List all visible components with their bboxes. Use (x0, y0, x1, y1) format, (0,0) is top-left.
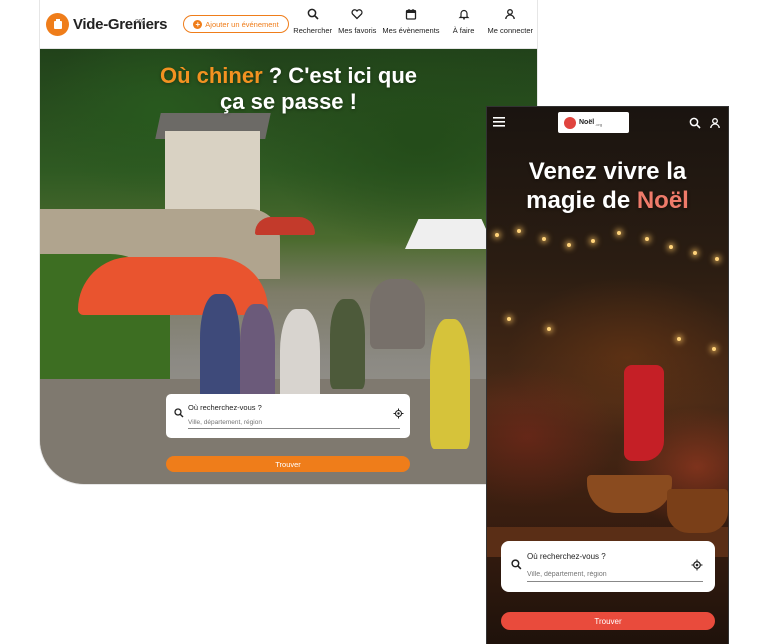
nav-search[interactable]: Rechercher (293, 8, 332, 35)
hero-title-highlight: Où chiner (159, 63, 263, 88)
mobile-find-button[interactable]: Trouver (501, 612, 715, 630)
mobile-search-box: Où recherchez-vous ? (501, 541, 715, 592)
hero-title-line2: ça se passe ! (220, 89, 357, 114)
heart-icon (351, 9, 363, 20)
hero-title-rest: ? C'est ici que (262, 63, 418, 88)
add-event-label: Ajouter un événement (205, 19, 279, 29)
geolocate-icon[interactable] (393, 408, 404, 419)
nav-favorites[interactable]: Mes favoris (338, 8, 376, 35)
mobile-site-logo[interactable]: Noël .org (558, 112, 629, 133)
logo-suffix: .org (133, 18, 146, 25)
location-input[interactable] (188, 416, 400, 429)
search-icon (511, 559, 522, 570)
nav-login-label: Me connecter (487, 26, 533, 35)
mobile-search-label: Où recherchez-vous ? (527, 552, 606, 561)
desktop-search-box: Où recherchez-vous ? (166, 394, 410, 438)
mobile-title-highlight: Noël (636, 187, 689, 214)
logo-badge-icon (46, 12, 69, 36)
find-button[interactable]: Trouver (166, 456, 410, 472)
nav-favorites-label: Mes favoris (338, 26, 377, 35)
desktop-nav: Rechercher Mes favoris Mes évènements À … (293, 8, 533, 35)
mobile-title-line1: Venez vivre la (528, 158, 687, 185)
nav-events[interactable]: Mes évènements (382, 8, 440, 35)
mobile-location-input[interactable] (527, 567, 703, 582)
nav-login[interactable]: Me connecter (488, 8, 533, 35)
user-icon (505, 9, 516, 20)
desktop-mockup: Vide-Greniers .org + Ajouter un événemen… (40, 0, 537, 484)
plus-icon: + (193, 19, 203, 29)
mobile-mockup: Noël .org Venez vivre la magie de Noël O… (487, 107, 728, 644)
nav-events-label: Mes évènements (382, 26, 440, 35)
nav-todo[interactable]: À faire (446, 8, 482, 35)
search-icon (174, 408, 184, 418)
nav-todo-label: À faire (452, 26, 475, 35)
bell-icon (458, 9, 469, 20)
geolocate-icon[interactable] (691, 559, 703, 571)
mobile-logo-suffix: .org (595, 121, 603, 127)
nav-search-label: Rechercher (293, 26, 333, 35)
search-icon (307, 8, 319, 20)
mobile-hero-title: Venez vivre la magie de Noël (487, 157, 728, 215)
add-event-button[interactable]: + Ajouter un événement (183, 15, 289, 33)
logo-text: Vide-Greniers (73, 15, 168, 33)
desktop-header: Vide-Greniers .org + Ajouter un événemen… (40, 0, 537, 49)
desktop-hero-title: Où chiner ? C'est ici que ça se passe ! (40, 63, 537, 115)
site-logo[interactable]: Vide-Greniers (46, 10, 168, 38)
menu-icon[interactable] (493, 117, 505, 127)
search-label: Où recherchez-vous ? (188, 403, 262, 412)
mobile-logo-text: Noël (579, 119, 595, 126)
desktop-hero-image: Où chiner ? C'est ici que ça se passe ! … (40, 49, 537, 484)
calendar-icon (405, 9, 417, 20)
mobile-title-line2-prefix: magie de (526, 187, 637, 214)
user-icon[interactable] (709, 117, 721, 129)
logo-badge-icon (564, 116, 576, 129)
search-icon[interactable] (689, 117, 701, 129)
